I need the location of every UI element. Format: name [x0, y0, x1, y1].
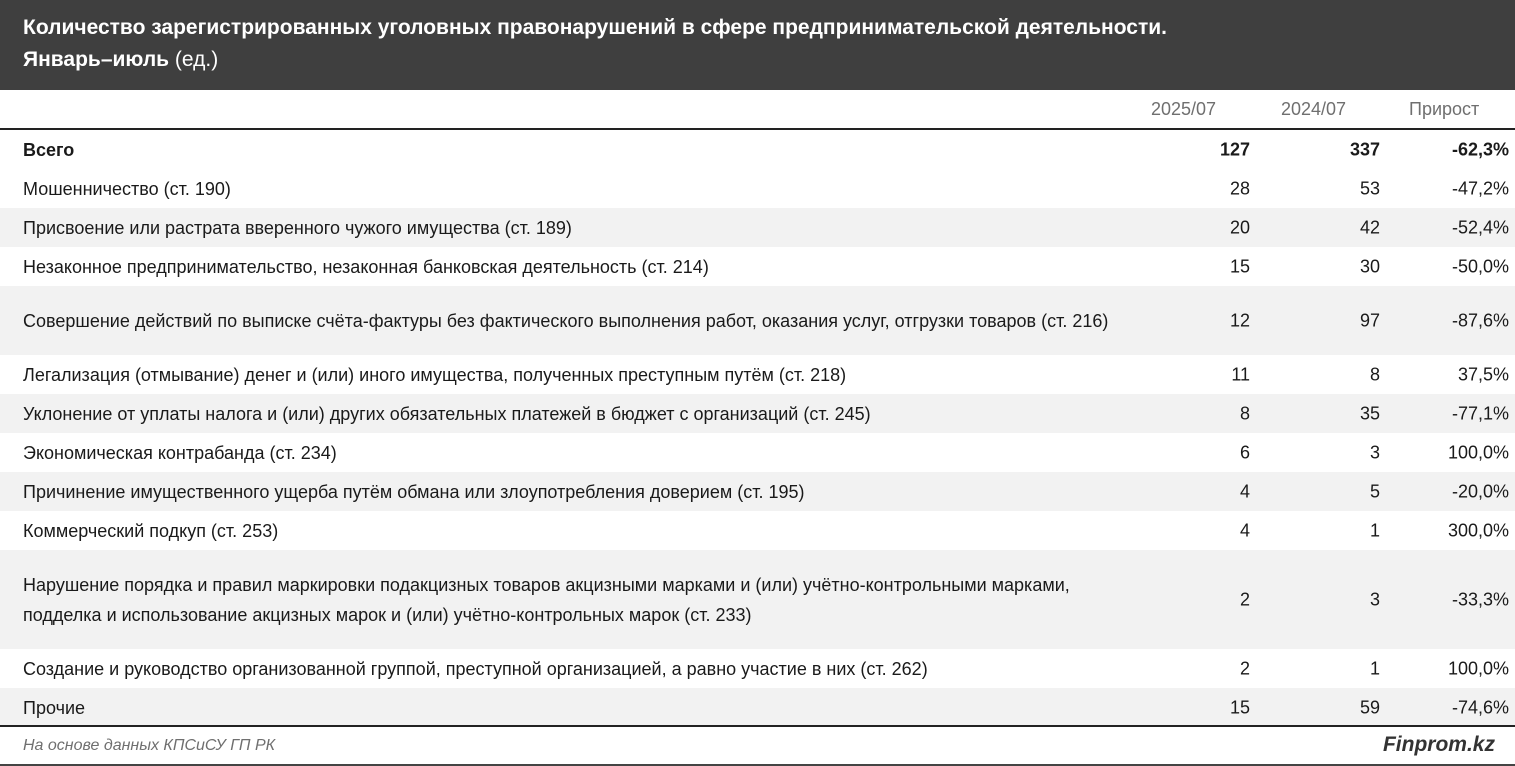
row-value-2024: 59 [1359, 697, 1380, 717]
column-headers: 2025/07 2024/07 Прирост [0, 90, 1515, 130]
row-value-2025: 15 [1229, 697, 1250, 717]
row-value-growth: -77,1% [1451, 403, 1509, 423]
row-value-2025: 15 [1229, 256, 1250, 276]
row-value-growth: 300,0% [1447, 520, 1509, 540]
row-value-2025: 28 [1229, 178, 1250, 198]
table-row: Экономическая контрабанда (ст. 234) 6 3 … [0, 433, 1515, 472]
table-row: Легализация (отмывание) денег и (или) ин… [0, 355, 1515, 394]
table-row: Создание и руководство организованной гр… [0, 649, 1515, 688]
row-label: Уклонение от уплаты налога и (или) други… [23, 403, 871, 424]
row-value-2025: 4 [1239, 481, 1250, 501]
row-label: Нарушение порядка и правил маркировки по… [23, 574, 1070, 625]
table-row: Совершение действий по выписке счёта-фак… [0, 286, 1515, 355]
row-value-2025: 12 [1229, 310, 1250, 330]
row-label: Легализация (отмывание) денег и (или) ин… [23, 364, 847, 385]
row-value-growth: -74,6% [1451, 697, 1509, 717]
row-value-2024: 97 [1359, 310, 1380, 330]
table-row: Мошенничество (ст. 190) 28 53 -47,2% [0, 169, 1515, 208]
row-label: Совершение действий по выписке счёта-фак… [23, 310, 1109, 331]
data-source-note: На основе данных КПСиСУ ГП РК [23, 737, 276, 754]
table-subtitle: Январь–июль (ед.) [23, 44, 1515, 76]
row-value-2024: 42 [1359, 217, 1380, 237]
row-value-2024: 8 [1369, 364, 1380, 384]
row-label: Коммерческий подкуп (ст. 253) [23, 520, 279, 541]
row-label: Создание и руководство организованной гр… [23, 658, 928, 679]
row-value-2025: 2 [1239, 589, 1250, 609]
row-label: Мошенничество (ст. 190) [23, 178, 231, 199]
brand-logo-text: Finprom.kz [1382, 733, 1495, 756]
row-label: Экономическая контрабанда (ст. 234) [23, 442, 337, 463]
table-body: Всего 127 337 -62,3% Мошенничество (ст. … [0, 130, 1515, 727]
row-value-2025: 6 [1239, 442, 1250, 462]
table-row: Коммерческий подкуп (ст. 253) 4 1 300,0% [0, 511, 1515, 550]
row-value-2024: 30 [1359, 256, 1380, 276]
table-row: Уклонение от уплаты налога и (или) други… [0, 394, 1515, 433]
row-value-growth: -52,4% [1451, 217, 1509, 237]
row-value-2024: 3 [1369, 589, 1380, 609]
row-label: Присвоение или растрата вверенного чужог… [23, 217, 572, 238]
column-header-2024: 2024/07 [1281, 99, 1347, 119]
row-label: Незаконное предпринимательство, незаконн… [23, 256, 709, 277]
row-value-2025: 4 [1239, 520, 1250, 540]
row-value-2025: 8 [1239, 403, 1250, 423]
table-footer: На основе данных КПСиСУ ГП РК Finprom.kz [0, 725, 1515, 766]
row-value-2024: 1 [1369, 520, 1380, 540]
table-row: Присвоение или растрата вверенного чужог… [0, 208, 1515, 247]
row-value-growth: -87,6% [1451, 310, 1509, 330]
row-value-growth: -33,3% [1451, 589, 1509, 609]
row-value-2024: 3 [1369, 442, 1380, 462]
row-value-growth: -62,3% [1451, 139, 1509, 159]
column-header-2025: 2025/07 [1151, 99, 1217, 119]
row-value-growth: 100,0% [1447, 658, 1509, 678]
row-value-2024: 5 [1369, 481, 1380, 501]
table-row: Нарушение порядка и правил маркировки по… [0, 550, 1515, 649]
table-title: Количество зарегистрированных уголовных … [23, 16, 1167, 39]
row-value-growth: 37,5% [1457, 364, 1509, 384]
row-value-2024: 53 [1359, 178, 1380, 198]
table-row: Причинение имущественного ущерба путём о… [0, 472, 1515, 511]
table-subtitle-period: Январь–июль [23, 48, 170, 71]
column-header-growth: Прирост [1409, 99, 1480, 119]
row-value-2025: 11 [1231, 364, 1250, 384]
row-value-2024: 337 [1349, 139, 1380, 159]
table-subtitle-unit: (ед.) [169, 48, 219, 71]
row-value-growth: 100,0% [1447, 442, 1509, 462]
table-row-total: Всего 127 337 -62,3% [0, 130, 1515, 169]
row-value-growth: -20,0% [1451, 481, 1509, 501]
row-label: Причинение имущественного ущерба путём о… [23, 481, 805, 502]
row-label: Прочие [23, 697, 86, 718]
row-value-2025: 127 [1219, 139, 1250, 159]
row-value-growth: -50,0% [1451, 256, 1509, 276]
table-row: Незаконное предпринимательство, незаконн… [0, 247, 1515, 286]
row-label: Всего [23, 139, 75, 160]
row-value-2025: 2 [1239, 658, 1250, 678]
row-value-growth: -47,2% [1451, 178, 1509, 198]
row-value-2024: 35 [1359, 403, 1380, 423]
table-header-banner: Количество зарегистрированных уголовных … [0, 0, 1515, 90]
row-value-2024: 1 [1369, 658, 1380, 678]
table-row: Прочие 15 59 -74,6% [0, 688, 1515, 727]
row-value-2025: 20 [1229, 217, 1250, 237]
